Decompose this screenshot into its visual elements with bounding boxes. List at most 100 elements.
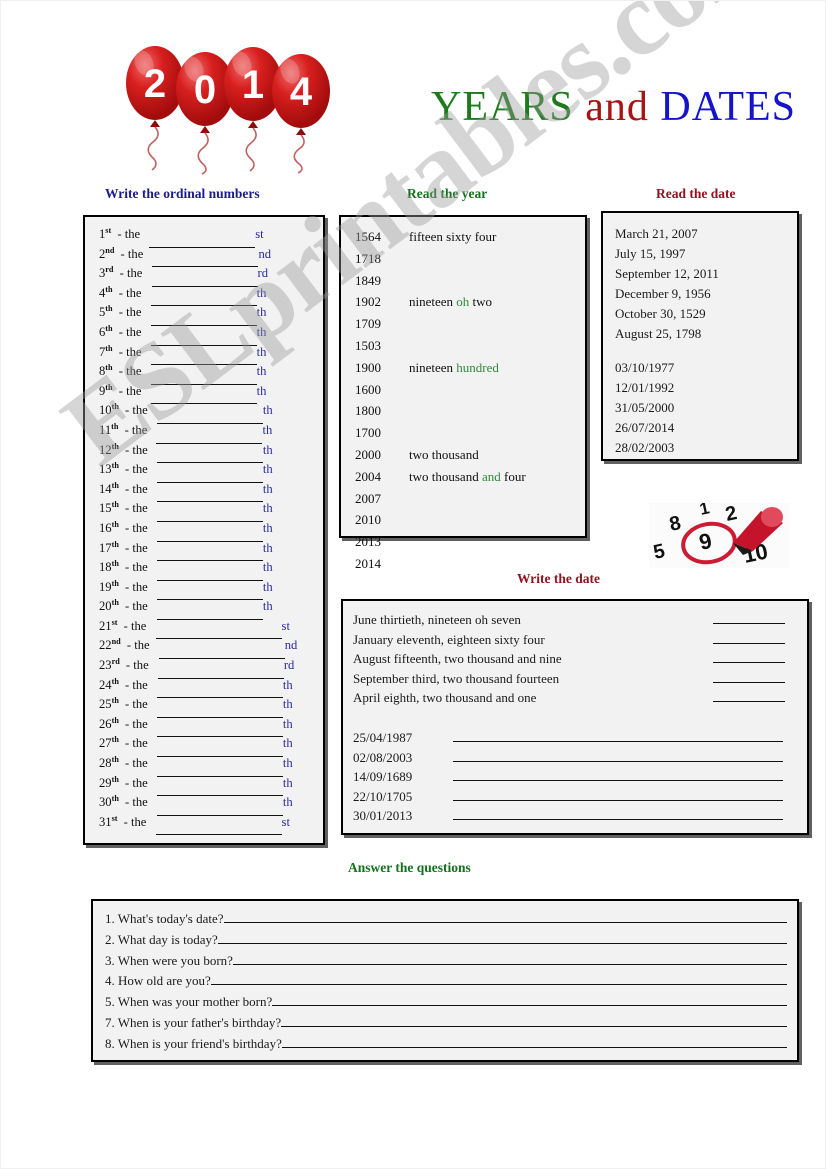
question-row: 7. When is your father's birthday? bbox=[105, 1013, 797, 1034]
question-answer-blank[interactable] bbox=[232, 951, 787, 965]
question-text: 1. What's today's date? bbox=[105, 911, 224, 926]
ordinal-connector: - the bbox=[121, 462, 151, 477]
ordinal-row: 8th - the th bbox=[99, 362, 323, 385]
year-words: two thousand and four bbox=[409, 468, 526, 484]
year-number: 2004 bbox=[355, 468, 381, 484]
heading-read-the-date: Read the date bbox=[656, 186, 736, 201]
read-the-date-box: March 21, 2007 July 15, 1997 September 12,… bbox=[601, 211, 799, 461]
ordinal-number: 8th bbox=[99, 362, 113, 379]
ordinal-row: 3rd - the rd bbox=[99, 264, 323, 287]
year-words: nineteen hundred bbox=[409, 359, 499, 375]
ordinal-connector: - the bbox=[121, 560, 151, 575]
year-row: 2013 bbox=[355, 531, 585, 553]
ordinal-row: 28th - the th bbox=[99, 754, 323, 777]
year-row: 1849 bbox=[355, 270, 585, 292]
read-the-year-box: 1564 fifteen sixty four 1718 1849 1902 ninete… bbox=[339, 215, 587, 571]
write-date-numeric-row: 25/04/1987 bbox=[353, 728, 807, 748]
write-date-blank[interactable] bbox=[713, 688, 785, 703]
ordinal-connector: - the bbox=[115, 383, 145, 398]
year-number: 1902 bbox=[355, 294, 381, 310]
ordinal-suffix: th bbox=[282, 795, 293, 810]
write-date-spelled-row: January eleventh, eighteen sixty four bbox=[353, 630, 807, 650]
ordinal-suffix: rd bbox=[283, 658, 295, 673]
heading-read-the-year: Read the year bbox=[407, 186, 488, 201]
ordinal-connector: - the bbox=[121, 716, 151, 731]
calendar-svg: 8 1 2 5 9 10 bbox=[649, 503, 789, 568]
answer-list: 1. What's today's date? 2. What day is to… bbox=[93, 901, 797, 1055]
question-answer-blank[interactable] bbox=[281, 1013, 787, 1027]
ordinal-row: 16th - the th bbox=[99, 519, 323, 542]
write-date-long-blank[interactable] bbox=[453, 806, 783, 821]
ordinal-number: 29th bbox=[99, 774, 119, 790]
read-date-long: October 30, 1529 bbox=[615, 306, 706, 321]
ordinal-numbers-box: 1st - the st 2nd - the nd 3rd - the rd 4th … bbox=[83, 215, 325, 845]
write-date-blank[interactable] bbox=[713, 649, 785, 664]
title-years: YEARS bbox=[431, 84, 574, 130]
ordinal-number: 11th bbox=[99, 421, 119, 437]
ordinal-suffix: th bbox=[282, 756, 293, 771]
ordinal-connector: - the bbox=[121, 442, 151, 457]
ordinal-connector: - the bbox=[115, 324, 145, 339]
write-date-long-blank[interactable] bbox=[453, 787, 783, 801]
ordinal-connector: - the bbox=[121, 756, 151, 771]
ordinal-suffix: th bbox=[282, 677, 293, 692]
ordinal-suffix: th bbox=[262, 403, 273, 418]
ordinal-row: 23rd - the rd bbox=[99, 656, 323, 679]
ordinal-connector: - the bbox=[121, 775, 151, 790]
question-text: 2. What day is today? bbox=[105, 931, 218, 947]
heading-answer-the-questions: Answer the questions bbox=[348, 860, 471, 875]
ordinal-connector: - the bbox=[116, 266, 146, 281]
year-number: 2010 bbox=[355, 512, 381, 528]
year-row: 1900 nineteen hundred bbox=[355, 357, 585, 379]
write-date-long-blank[interactable] bbox=[453, 767, 783, 782]
ordinal-row: 31st - the st bbox=[99, 813, 323, 836]
write-date-long-blank[interactable] bbox=[453, 748, 783, 762]
question-answer-blank[interactable] bbox=[210, 971, 787, 986]
ordinal-row: 26th - the th bbox=[99, 715, 323, 738]
write-date-blank[interactable] bbox=[713, 610, 785, 624]
year-row: 1709 bbox=[355, 313, 585, 335]
ordinal-list: 1st - the st 2nd - the nd 3rd - the rd 4th … bbox=[85, 217, 323, 836]
question-answer-blank[interactable] bbox=[281, 1034, 787, 1048]
ordinal-row: 27th - the th bbox=[99, 734, 323, 758]
write-date-numeric-prompt: 30/01/2013 bbox=[353, 808, 413, 824]
title-dates: DATES bbox=[660, 84, 797, 130]
year-words: fifteen sixty four bbox=[409, 229, 497, 244]
write-date-long-blank[interactable] bbox=[453, 728, 783, 742]
question-answer-blank[interactable] bbox=[217, 930, 787, 944]
ordinal-answer-blank[interactable] bbox=[155, 815, 282, 836]
write-date-spelled-row: April eighth, two thousand and one bbox=[353, 688, 807, 708]
ordinal-connector: - the bbox=[114, 227, 144, 241]
ordinal-suffix: st bbox=[281, 618, 290, 633]
ordinal-suffix: th bbox=[256, 383, 267, 398]
ordinal-row: 1st - the st bbox=[99, 225, 323, 248]
ordinal-number: 23rd bbox=[99, 656, 120, 673]
question-answer-blank[interactable] bbox=[223, 909, 787, 923]
ordinal-row: 6th - the th bbox=[99, 323, 323, 346]
heading-write-ordinal-numbers: Write the ordinal numbers bbox=[105, 186, 260, 201]
ordinal-suffix: th bbox=[262, 501, 273, 516]
write-date-numeric-prompt: 22/10/1705 bbox=[353, 788, 413, 804]
year-row: 2004 two thousand and four bbox=[355, 466, 585, 488]
ordinal-number: 2nd bbox=[99, 245, 115, 261]
write-date-list: June thirtieth, nineteen oh seven January… bbox=[343, 601, 807, 826]
ordinal-suffix: th bbox=[282, 736, 293, 751]
write-date-blank[interactable] bbox=[713, 630, 785, 644]
page-title: YEARS and DATES bbox=[431, 83, 796, 131]
ordinal-suffix: th bbox=[282, 697, 293, 712]
ordinal-suffix: th bbox=[282, 775, 293, 790]
ordinal-suffix: th bbox=[262, 599, 273, 614]
ordinal-number: 12th bbox=[99, 441, 119, 457]
ordinal-suffix: th bbox=[262, 540, 273, 555]
ordinal-suffix: th bbox=[262, 442, 273, 457]
year-number: 1503 bbox=[355, 337, 381, 353]
year-row: 1800 bbox=[355, 400, 585, 422]
question-text: 5. When was your mother born? bbox=[105, 994, 273, 1010]
question-text: 4. How old are you? bbox=[105, 973, 211, 989]
question-text: 7. When is your father's birthday? bbox=[105, 1014, 282, 1030]
write-date-blank[interactable] bbox=[713, 669, 785, 683]
read-date-long: December 9, 1956 bbox=[615, 286, 711, 301]
question-answer-blank[interactable] bbox=[272, 992, 787, 1007]
